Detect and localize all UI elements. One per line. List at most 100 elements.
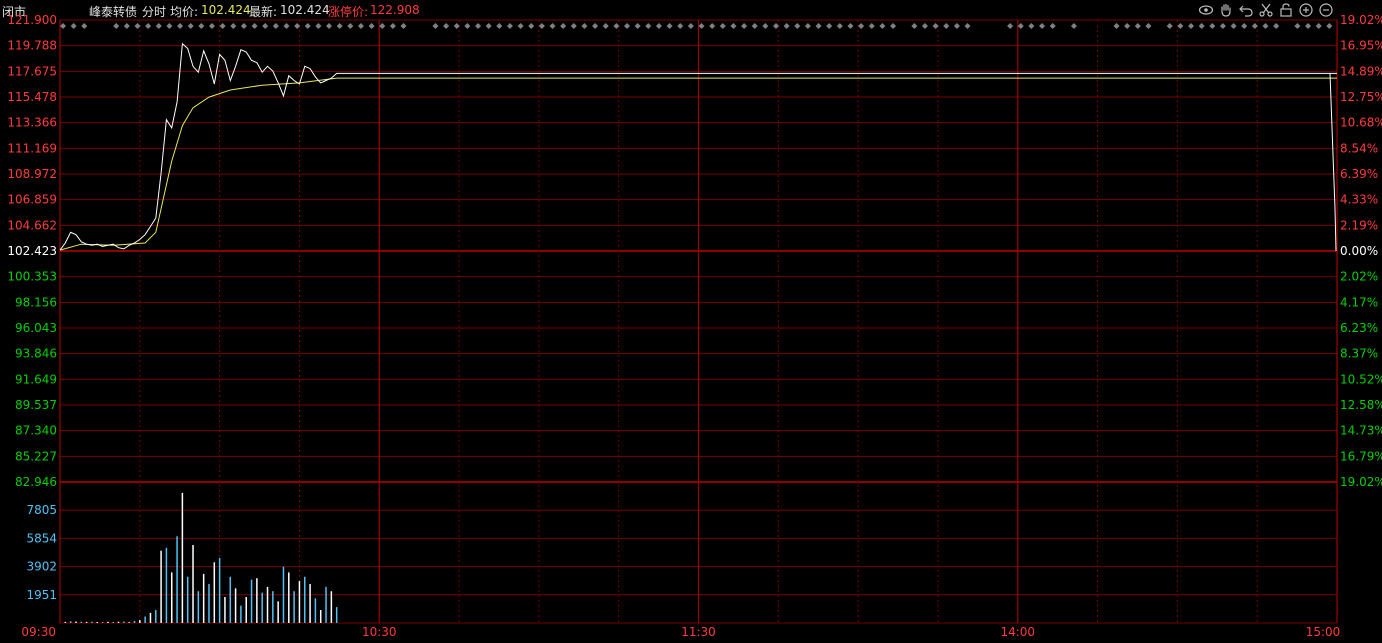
event-marker [496,23,503,29]
event-marker [858,23,865,29]
event-marker [624,23,631,29]
event-marker [666,23,673,29]
time-tick-label: 09:30 [21,625,56,639]
time-tick-label: 10:30 [362,625,397,639]
event-marker [389,23,396,29]
event-marker [943,23,950,29]
event-marker [890,23,897,29]
event-marker [1070,23,1077,29]
event-marker [868,23,875,29]
event-marker [804,23,811,29]
event-marker [70,23,77,29]
price-tick-label: 115.478 [7,90,57,104]
event-marker [251,23,258,29]
event-marker [1326,23,1333,29]
event-marker [336,23,343,29]
event-marker [538,23,545,29]
event-marker [134,23,141,29]
event-marker [60,23,66,29]
event-marker [464,23,471,29]
event-marker [1124,23,1131,29]
event-marker [443,23,450,29]
event-marker [1273,23,1280,29]
event-marker [826,23,833,29]
event-marker [485,23,492,29]
event-marker [528,23,535,29]
event-marker [357,23,364,29]
event-marker [932,23,939,29]
event-marker [645,23,652,29]
event-marker [432,23,439,29]
price-tick-label: 85.227 [15,449,57,463]
event-marker [272,23,279,29]
percent-tick-label: 0.00% [1340,244,1378,258]
chart-grid [59,19,1338,624]
event-marker [1177,23,1184,29]
event-marker [230,23,237,29]
price-tick-label: 113.366 [7,116,57,130]
event-marker [794,23,801,29]
price-tick-label: 117.675 [7,64,57,78]
percent-tick-label: 6.39% [1340,167,1378,181]
event-marker [730,23,737,29]
price-tick-label: 93.846 [15,347,57,361]
event-marker [166,23,173,29]
event-marker [655,23,662,29]
percent-tick-label: 12.75% [1340,90,1382,104]
event-marker [1219,23,1226,29]
percent-tick-label: 2.19% [1340,218,1378,232]
event-marker [1049,23,1056,29]
percent-tick-label: 10.52% [1340,372,1382,386]
price-tick-label: 96.043 [15,321,57,335]
event-marker [592,23,599,29]
event-marker [1134,23,1141,29]
percent-tick-label: 6.23% [1340,321,1378,335]
event-marker [453,23,460,29]
event-marker [1315,23,1322,29]
event-marker [953,23,960,29]
event-marker [581,23,588,29]
volume-bars [64,492,338,623]
event-marker [1188,23,1195,29]
time-axis: 09:30 10:30 11:30 14:00 15:00 [21,625,1340,639]
percent-tick-label: 2.02% [1340,270,1378,284]
event-marker [879,23,886,29]
event-marker [506,23,513,29]
event-marker [326,23,333,29]
event-marker [155,23,162,29]
event-marker [709,23,716,29]
price-tick-label: 87.340 [15,424,57,438]
percent-tick-label: 4.33% [1340,193,1378,207]
event-marker [698,23,705,29]
event-marker [570,23,577,29]
price-axis: 121.900 119.788 117.675 115.478 113.366 111.1… [7,13,57,489]
event-marker [836,23,843,29]
event-marker [1209,23,1216,29]
intraday-chart[interactable]: 121.900 119.788 117.675 115.478 113.366 111.1… [0,0,1382,643]
price-tick-label: 111.169 [7,141,57,155]
event-marker [379,23,386,29]
event-marker [1017,23,1024,29]
price-tick-label: 106.859 [7,193,57,207]
percent-tick-label: 16.95% [1340,39,1382,53]
event-marker [219,23,226,29]
percent-tick-label: 16.79% [1340,449,1382,463]
event-marker [304,23,311,29]
event-marker [911,23,918,29]
volume-axis: 7805 5854 3902 1951 [26,503,57,602]
event-marker [602,23,609,29]
percent-tick-label: 14.89% [1340,64,1382,78]
event-marker [1294,23,1301,29]
event-marker [113,23,120,29]
volume-tick-label: 3902 [26,560,57,574]
event-marker [208,23,215,29]
event-marker [719,23,726,29]
price-tick-label: 121.900 [7,13,57,27]
price-tick-label: 102.423 [7,244,57,258]
event-marker [475,23,482,29]
event-marker [1113,23,1120,29]
percent-tick-label: 8.37% [1340,347,1378,361]
event-marker [187,23,194,29]
price-tick-label: 100.353 [7,270,57,284]
percent-tick-label: 4.17% [1340,295,1378,309]
